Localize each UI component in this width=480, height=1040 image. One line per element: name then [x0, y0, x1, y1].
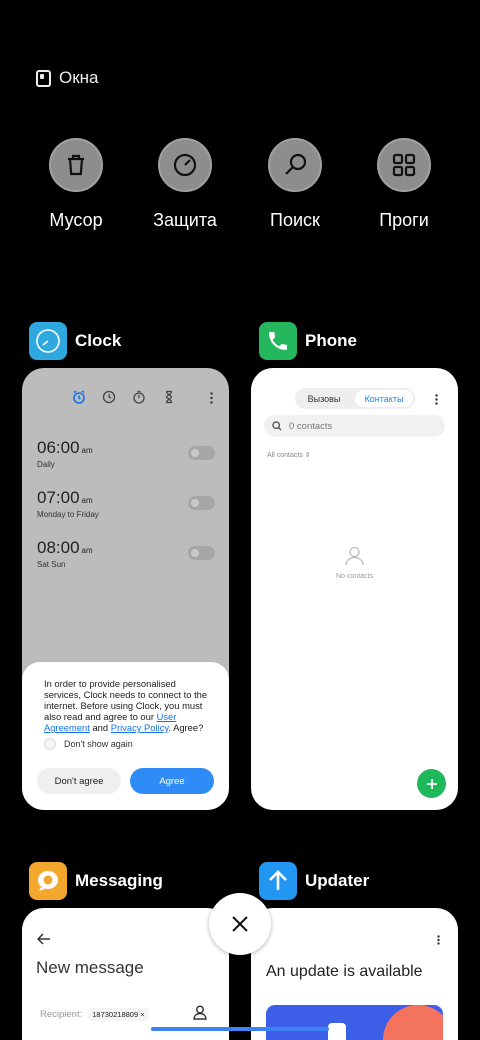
empty-state-text: No contacts — [336, 573, 373, 580]
new-message-title: New message — [36, 958, 144, 977]
recents-header: Окна — [36, 68, 99, 88]
sort-icon: ⇕ — [304, 452, 311, 459]
apps-grid-icon — [377, 138, 431, 192]
clock-recent-card[interactable]: 06:00 am Daily 07:00 am Monday to Friday 0… — [22, 368, 229, 810]
card-header-clock[interactable]: Clock — [29, 322, 121, 360]
alarm-ampm: am — [81, 446, 93, 455]
checkbox-label: Don't show again — [64, 739, 133, 749]
updater-recent-card[interactable]: An update is available — [251, 908, 458, 1040]
privacy-dialog: In order to provide personalised service… — [22, 662, 229, 810]
more-icon[interactable] — [437, 935, 440, 945]
alarm-item[interactable]: 07:00 am Monday to Friday — [37, 488, 215, 519]
dont-agree-button[interactable]: Don't agree — [37, 768, 121, 794]
phone-recent-card[interactable]: Вызовы Контакты 0 contacts All contacts … — [251, 368, 458, 810]
quick-action-label: Поиск — [270, 210, 320, 230]
world-clock-tab-icon[interactable] — [102, 390, 116, 404]
alarm-ampm: am — [81, 496, 93, 505]
update-title: An update is available — [266, 963, 423, 980]
alarm-toggle[interactable] — [188, 496, 215, 510]
quick-action-search[interactable]: Поиск — [240, 138, 350, 231]
clock-app-icon — [29, 322, 67, 360]
search-icon — [272, 421, 282, 431]
quick-action-label: Мусор — [49, 210, 103, 230]
alarm-item[interactable]: 08:00 am Sat Sun — [37, 538, 215, 569]
dialog-body: In order to provide personalised service… — [44, 678, 208, 722]
app-name: Messaging — [75, 871, 163, 890]
alarm-toggle[interactable] — [188, 546, 215, 560]
phone-app-icon — [259, 322, 297, 360]
messaging-app-icon — [29, 862, 67, 900]
alarm-time-value: 08:00 — [37, 538, 80, 557]
tab-calls[interactable]: Вызовы — [295, 388, 353, 409]
alarm-repeat: Sat Sun — [37, 560, 66, 569]
contact-picker-icon[interactable] — [193, 1005, 207, 1020]
clock-toolbar — [72, 390, 176, 404]
app-name: Phone — [305, 331, 357, 350]
alarm-ampm: am — [81, 546, 93, 555]
quick-action-protection[interactable]: Защита — [130, 138, 240, 231]
card-header-phone[interactable]: Phone — [259, 322, 357, 360]
checkbox[interactable] — [44, 738, 56, 750]
quick-action-apps[interactable]: Проги — [349, 138, 459, 231]
header-title: Окна — [59, 68, 99, 87]
alarm-item[interactable]: 06:00 am Daily — [37, 438, 215, 469]
card-header-messaging[interactable]: Messaging — [29, 862, 163, 900]
close-icon — [232, 916, 248, 932]
messaging-recent-card[interactable]: New message Recipient: 18730218809 × — [22, 908, 229, 1040]
trash-icon — [49, 138, 103, 192]
recipient-chip[interactable]: 18730218809 × — [88, 1008, 149, 1021]
dialog-conjunction: and — [89, 722, 111, 733]
dont-show-again[interactable]: Don't show again — [44, 738, 215, 750]
quick-action-label: Проги — [379, 210, 429, 230]
person-icon — [345, 546, 364, 566]
home-indicator[interactable] — [151, 1027, 329, 1031]
update-banner — [266, 1005, 443, 1040]
quick-action-trash[interactable]: Мусор — [21, 138, 131, 231]
alarm-repeat: Monday to Friday — [37, 510, 99, 519]
banner-shape — [328, 1023, 346, 1040]
dialog-buttons: Don't agree Agree — [37, 768, 214, 794]
back-arrow-icon[interactable] — [37, 933, 51, 945]
windows-icon — [36, 69, 51, 87]
more-icon[interactable] — [210, 392, 213, 404]
search-placeholder: 0 contacts — [289, 420, 333, 432]
tab-contacts[interactable]: Контакты — [355, 390, 413, 407]
updater-app-icon — [259, 862, 297, 900]
dialog-question: . Agree? — [168, 722, 204, 733]
alarm-tab-icon[interactable] — [72, 390, 86, 404]
contacts-search-input[interactable]: 0 contacts — [264, 415, 445, 437]
recipient-label: Recipient: — [40, 1009, 83, 1020]
privacy-policy-link[interactable]: Privacy Policy — [111, 722, 169, 733]
banner-shape — [383, 1005, 443, 1040]
clear-all-button[interactable] — [209, 893, 271, 955]
dialog-text: In order to provide personalised service… — [44, 678, 215, 733]
timer-tab-icon[interactable] — [162, 390, 176, 404]
agree-button[interactable]: Agree — [130, 768, 214, 794]
more-icon[interactable] — [435, 394, 438, 405]
recipient-field[interactable]: Recipient: 18730218809 × — [40, 1008, 149, 1021]
contacts-filter[interactable]: All contacts ⇕ — [267, 451, 311, 459]
app-name: Updater — [305, 871, 370, 890]
alarm-time-value: 07:00 — [37, 488, 80, 507]
stopwatch-tab-icon[interactable] — [132, 390, 146, 404]
alarm-repeat: Daily — [37, 460, 55, 469]
quick-action-label: Защита — [153, 210, 217, 230]
phone-tabs: Вызовы Контакты — [295, 388, 415, 409]
card-header-updater[interactable]: Updater — [259, 862, 369, 900]
add-contact-button[interactable] — [417, 769, 446, 798]
plus-icon — [426, 778, 437, 789]
app-name: Clock — [75, 331, 122, 350]
alarm-toggle[interactable] — [188, 446, 215, 460]
shield-gauge-icon — [158, 138, 212, 192]
filter-label: All contacts — [267, 452, 303, 459]
alarm-time-value: 06:00 — [37, 438, 80, 457]
search-icon — [268, 138, 322, 192]
